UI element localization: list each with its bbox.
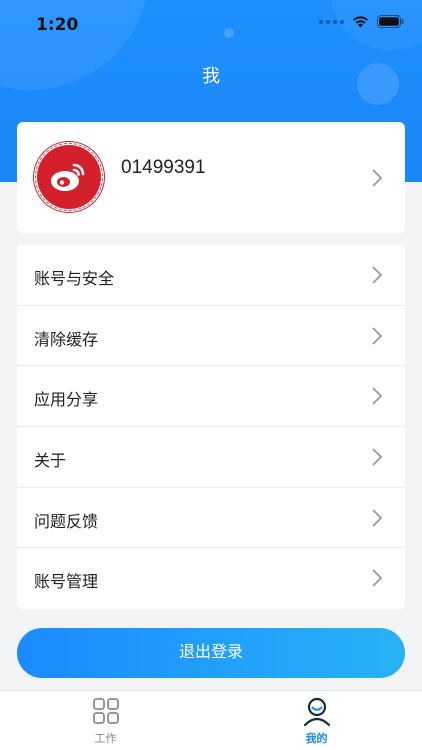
wifi-icon xyxy=(353,16,368,28)
user-icon xyxy=(303,697,331,727)
chevron-right-icon xyxy=(372,327,383,345)
tab-work[interactable]: 工作 xyxy=(0,691,211,750)
chevron-right-icon xyxy=(372,266,383,284)
tab-me[interactable]: 我的 xyxy=(211,691,422,750)
tab-label: 工作 xyxy=(94,732,117,745)
menu-item-account-security[interactable]: 账号与安全 xyxy=(17,245,405,306)
status-bar: 1:20 xyxy=(0,0,422,50)
menu-item-label: 问题反馈 xyxy=(34,511,99,531)
menu-item-label: 清除缓存 xyxy=(34,329,99,349)
logout-button[interactable]: 退出登录 xyxy=(17,628,405,678)
menu-item-label: 账号与安全 xyxy=(34,269,115,288)
status-icons xyxy=(319,15,404,28)
profile-card[interactable]: 01499391 xyxy=(17,122,405,233)
menu-item-account-management[interactable]: 账号管理 xyxy=(17,548,405,609)
menu-item-app-share[interactable]: 应用分享 xyxy=(17,366,405,428)
tab-label: 我的 xyxy=(305,732,328,745)
avatar xyxy=(35,143,103,211)
bottom-tab-bar: 工作 我的 xyxy=(0,690,422,750)
battery-icon xyxy=(377,15,404,28)
settings-menu: 账号与安全 清除缓存 应用分享 关于 问题反馈 账号管理 xyxy=(17,245,405,609)
signal-dots-icon xyxy=(319,19,344,24)
grid-icon xyxy=(93,698,119,724)
menu-item-label: 账号管理 xyxy=(34,572,99,592)
menu-item-feedback[interactable]: 问题反馈 xyxy=(17,488,405,549)
chevron-right-icon xyxy=(372,509,383,527)
account-id: 01499391 xyxy=(121,157,206,178)
menu-item-label: 应用分享 xyxy=(34,390,99,410)
page-title: 我 xyxy=(202,66,220,87)
status-time: 1:20 xyxy=(36,15,79,35)
chevron-right-icon xyxy=(372,569,383,588)
menu-item-label: 关于 xyxy=(34,451,67,471)
chevron-right-icon xyxy=(372,387,383,406)
weibo-logo-icon xyxy=(51,163,85,191)
menu-item-about[interactable]: 关于 xyxy=(17,427,405,488)
chevron-right-icon xyxy=(372,448,383,466)
chevron-right-icon xyxy=(372,169,383,187)
menu-item-clear-cache[interactable]: 清除缓存 xyxy=(17,306,405,367)
